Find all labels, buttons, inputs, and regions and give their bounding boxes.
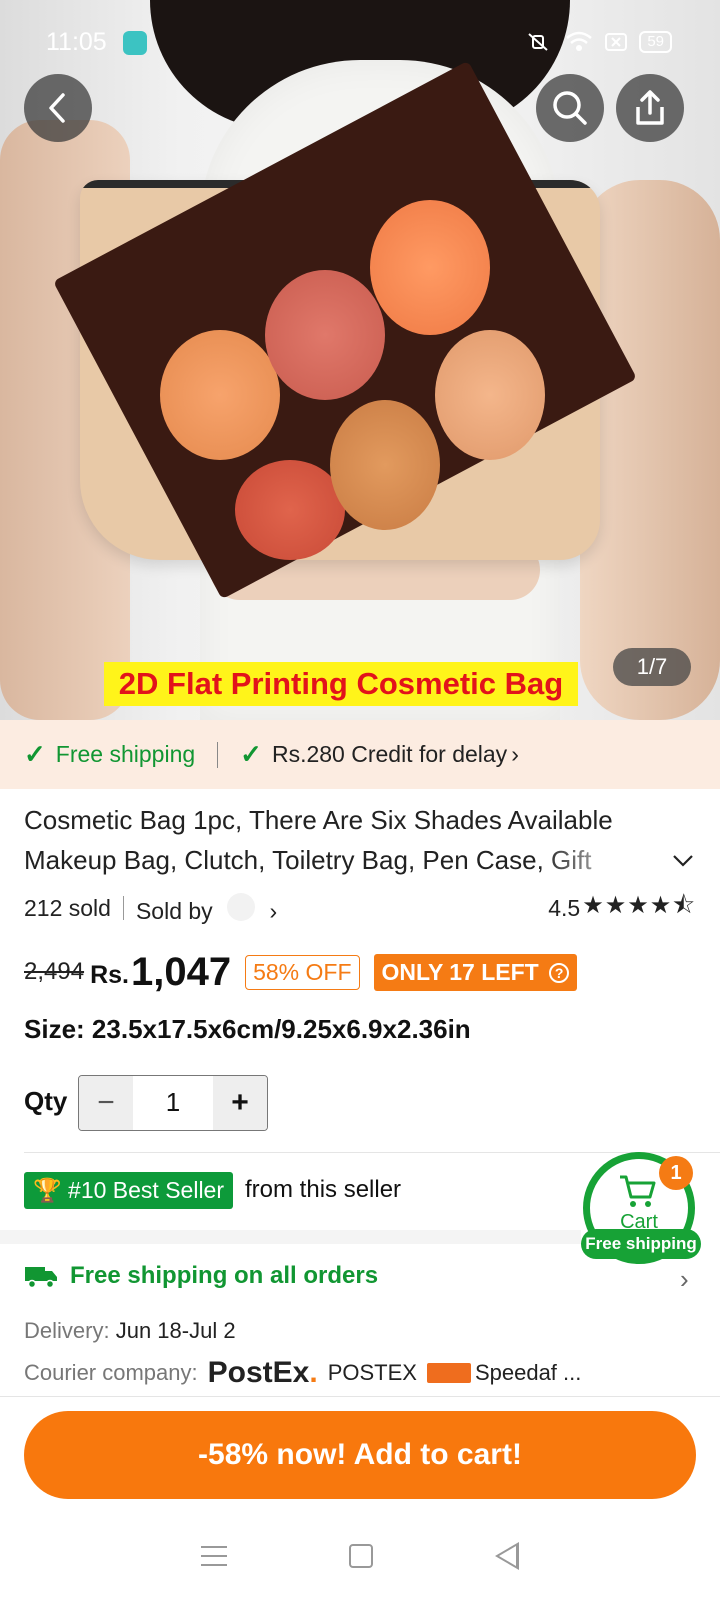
divider xyxy=(24,1152,720,1153)
check-icon: ✓ xyxy=(240,739,262,769)
seller-logo xyxy=(227,893,256,921)
qty-minus-button[interactable]: − xyxy=(79,1076,133,1130)
rating-stars-icon: ★★★★⯪ xyxy=(582,891,696,919)
discount-badge: 58% OFF xyxy=(245,954,360,990)
share-button[interactable] xyxy=(616,74,684,142)
shipping-strip[interactable]: ✓ Free shipping ✓ Rs.280 Credit for dela… xyxy=(0,720,720,789)
battery-icon: 59 xyxy=(639,31,672,53)
courier-label: Courier company: xyxy=(24,1360,198,1385)
chevron-down-icon xyxy=(673,855,693,867)
section-separator xyxy=(0,1230,581,1244)
quantity-stepper: − 1 + xyxy=(78,1075,268,1131)
bestseller-badge: 🏆 #10 Best Seller xyxy=(24,1171,234,1209)
help-icon: ? xyxy=(549,962,570,983)
home-icon[interactable] xyxy=(349,1544,373,1568)
bestseller-text: from this seller xyxy=(245,1176,402,1203)
delivery-label: Delivery: xyxy=(24,1318,110,1343)
sale-price: 1,047 xyxy=(130,949,232,994)
sold-by-label: Sold by xyxy=(135,898,213,924)
rating[interactable]: 4.5 ★★★★⯪ xyxy=(548,888,696,929)
image-counter: 1/7 xyxy=(613,648,691,686)
delivery-info: Delivery: Jun 18-Jul 2 xyxy=(24,1318,236,1344)
product-meta: 212 sold Sold by › 4.5 ★★★★⯪ xyxy=(24,890,696,926)
postex-logo: PostEx. xyxy=(207,1356,318,1389)
courier-speedaf: Speedaf ... xyxy=(474,1360,582,1385)
bestseller-row[interactable]: 🏆 #10 Best Seller from this seller xyxy=(24,1170,401,1210)
size-label: Size: xyxy=(24,1014,85,1044)
stock-badge[interactable]: ONLY 17 LEFT ? xyxy=(373,953,578,991)
share-icon xyxy=(636,90,664,125)
cart-free-shipping-badge: Free shipping xyxy=(581,1229,701,1259)
cart-icon xyxy=(620,1175,656,1207)
chevron-right-icon[interactable]: › xyxy=(680,1264,689,1295)
product-image-carousel[interactable]: 11:05 59 2D Flat Printing Cosmetic Bag 1… xyxy=(0,0,720,720)
shade-5 xyxy=(330,400,440,530)
currency: Rs. xyxy=(90,960,129,989)
original-price: 2,494 xyxy=(24,958,85,985)
back-icon xyxy=(49,93,65,123)
qty-plus-button[interactable]: + xyxy=(213,1076,267,1130)
recent-apps-icon[interactable] xyxy=(201,1546,227,1566)
bestseller-badge-label: #10 Best Seller xyxy=(68,1176,225,1203)
courier-info: Courier company: PostEx. POSTEX Speedaf … xyxy=(24,1356,581,1390)
speedaf-logo xyxy=(426,1363,471,1383)
divider xyxy=(0,1396,720,1397)
free-shipping-label: Free shipping xyxy=(55,741,196,767)
mute-vibrate-icon xyxy=(528,33,548,51)
system-nav-bar xyxy=(0,1512,720,1600)
divider xyxy=(122,896,124,920)
truck-icon xyxy=(25,1267,57,1289)
search-button[interactable] xyxy=(536,74,604,142)
chevron-right-icon: › xyxy=(269,898,278,924)
price-row: 2,494 Rs. 1,047 58% OFF ONLY 17 LEFT ? xyxy=(24,944,578,1000)
battery-saver-icon xyxy=(605,33,628,51)
system-back-icon[interactable] xyxy=(495,1542,519,1570)
shade-2 xyxy=(265,270,385,400)
chevron-right-icon: › xyxy=(511,741,519,767)
divider xyxy=(217,741,219,768)
size-value: 23.5x17.5x6cm/9.25x6.9x2.36in xyxy=(91,1014,471,1044)
sold-by-link[interactable]: Sold by › xyxy=(136,891,277,925)
free-shipping-all-label: Free shipping on all orders xyxy=(70,1262,379,1289)
shade-4 xyxy=(235,460,345,560)
palette-print xyxy=(0,0,720,720)
status-icons: 59 xyxy=(523,30,672,54)
shade-6 xyxy=(435,330,545,460)
title-fade xyxy=(540,840,670,880)
sold-count: 212 sold xyxy=(24,894,111,921)
qty-value[interactable]: 1 xyxy=(133,1076,213,1130)
image-caption: 2D Flat Printing Cosmetic Bag xyxy=(104,662,578,706)
cart-count-badge: 1 xyxy=(659,1156,693,1190)
wifi-icon xyxy=(566,31,593,51)
status-time: 11:05 xyxy=(46,28,107,56)
rating-value: 4.5 xyxy=(548,894,581,921)
shade-1 xyxy=(160,330,280,460)
delivery-dates: Jun 18-Jul 2 xyxy=(115,1318,236,1343)
status-bar: 11:05 59 xyxy=(0,0,720,80)
shade-3 xyxy=(370,200,490,335)
add-to-cart-button[interactable]: -58% now! Add to cart! xyxy=(24,1411,696,1499)
stock-label: ONLY 17 LEFT xyxy=(381,958,539,985)
trophy-icon: 🏆 xyxy=(33,1176,62,1203)
back-button[interactable] xyxy=(24,74,92,142)
app-notification-icon xyxy=(123,31,147,55)
delay-credit-label: Rs.280 Credit for delay xyxy=(271,741,508,767)
check-icon: ✓ xyxy=(24,739,46,769)
search-icon xyxy=(553,91,587,125)
free-shipping-all-orders[interactable]: Free shipping on all orders xyxy=(24,1262,378,1290)
expand-title-button[interactable] xyxy=(672,848,694,874)
qty-label: Qty xyxy=(24,1086,68,1116)
courier-postex: POSTEX xyxy=(327,1360,417,1385)
size-info: Size: 23.5x17.5x6cm/9.25x6.9x2.36in xyxy=(24,1014,471,1045)
